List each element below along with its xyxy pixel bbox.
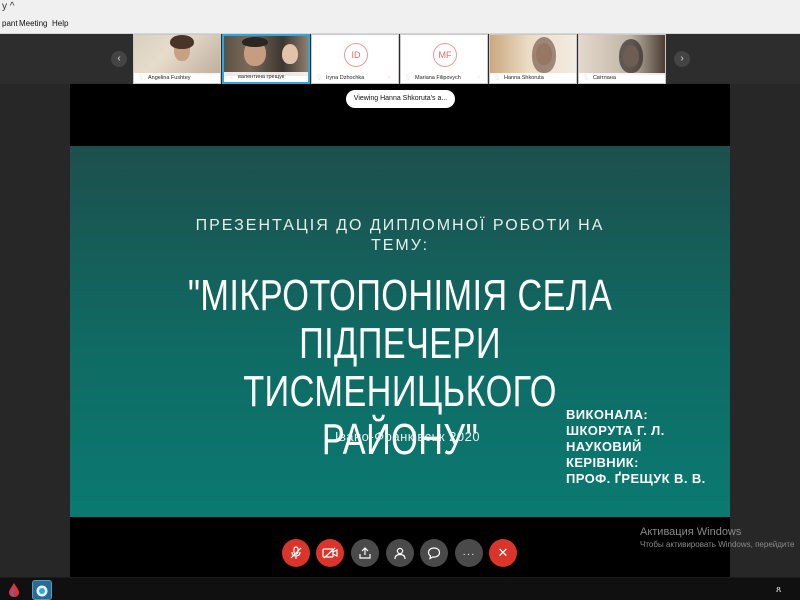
menu-meeting[interactable]: Meeting	[19, 14, 47, 34]
video-off-icon	[322, 547, 338, 559]
meeting-app-icon	[36, 585, 48, 597]
author-line: ПРОФ. ҐРЕЩУК В. В.	[566, 471, 706, 486]
strip-next-button[interactable]: ›	[674, 51, 690, 67]
title-row: y ^	[0, 0, 800, 14]
chat-bubble-icon	[427, 547, 441, 560]
chevron-left-icon: ‹	[117, 53, 121, 64]
participant-video	[490, 35, 576, 75]
chat-button[interactable]	[420, 539, 448, 567]
share-button[interactable]	[351, 539, 379, 567]
participant-name: Hanna Shkoruta	[490, 73, 576, 83]
participant-name: Mariana Filipovych	[401, 73, 487, 83]
participant-hair	[170, 35, 194, 49]
meeting-window: y ^ pant Meeting Help ‹ 🎙 Angelina Fusht…	[0, 0, 800, 600]
more-dots-icon: ···	[462, 549, 476, 560]
slide-city-year: Івано-Франківськ 2020	[334, 429, 481, 444]
collapse-caret[interactable]: y ^	[2, 0, 14, 14]
author-line: ВИКОНАЛА:	[566, 407, 649, 422]
participant-tile-2[interactable]: 🎙 валентина грещук	[222, 34, 310, 84]
droplet-app-icon	[9, 583, 19, 597]
windows-taskbar: ጸ	[0, 577, 800, 600]
person-icon	[394, 547, 406, 560]
menu-participant[interactable]: pant	[2, 14, 18, 34]
participant-tile-4[interactable]: MF 🎙 ✕ Mariana Filipovych	[400, 34, 488, 84]
taskbar-app-2[interactable]	[32, 580, 52, 600]
more-options-button[interactable]: ···	[455, 539, 483, 567]
participant-face	[282, 44, 298, 64]
mic-off-icon	[290, 546, 302, 559]
windows-activation-title: Активация Windows	[640, 526, 742, 538]
participant-video	[579, 35, 665, 75]
menu-help[interactable]: Help	[52, 14, 68, 34]
language-indicator[interactable]: ጸ	[776, 582, 781, 596]
participant-name: Angelina Fushtey	[134, 73, 220, 83]
slide-author-block: ВИКОНАЛА: ШКОРУТА Г. Л. НАУКОВИЙ КЕРІВНИ…	[566, 407, 726, 487]
close-icon: ✕	[497, 545, 509, 560]
chevron-right-icon: ›	[680, 53, 684, 64]
participant-initials: ID	[344, 43, 368, 67]
mute-mic-button[interactable]	[282, 539, 310, 567]
strip-prev-button[interactable]: ‹	[111, 51, 127, 67]
participant-tile-3[interactable]: ID 🎙 ✕ Iryna Dzhochka	[311, 34, 399, 84]
participant-tile-5[interactable]: 🎙 Hanna Shkoruta	[489, 34, 577, 84]
participant-video	[134, 35, 220, 75]
slide-subtitle: ПРЕЗЕНТАЦІЯ ДО ДИПЛОМНОЇ РОБОТИ НА ТЕМУ:	[195, 217, 605, 254]
author-line: КЕРІВНИК:	[566, 455, 639, 470]
participant-tile-6[interactable]: 🎙 Світлана	[578, 34, 666, 84]
author-line: НАУКОВИЙ	[566, 439, 642, 454]
participant-strip: ‹ 🎙 Angelina Fushtey 🎙 валентина грещук …	[0, 34, 800, 84]
participant-hair	[619, 39, 643, 73]
participant-hair	[242, 37, 268, 47]
leave-meeting-button[interactable]: ✕	[489, 539, 517, 567]
share-icon	[359, 547, 371, 559]
participant-hair	[532, 37, 556, 73]
participant-name: Iryna Dzhochka	[312, 73, 398, 83]
stop-video-button[interactable]	[316, 539, 344, 567]
participants-button[interactable]	[386, 539, 414, 567]
participant-video	[224, 36, 308, 76]
presentation-slide: ПРЕЗЕНТАЦІЯ ДО ДИПЛОМНОЇ РОБОТИ НА ТЕМУ:…	[70, 146, 730, 517]
participant-name: валентина грещук	[224, 72, 308, 82]
participant-name: Світлана	[579, 73, 665, 83]
author-line: ШКОРУТА Г. Л.	[566, 423, 665, 438]
taskbar-app-1[interactable]	[4, 580, 24, 600]
participant-tile-1[interactable]: 🎙 Angelina Fushtey	[133, 34, 221, 84]
menu-bar: pant Meeting Help	[0, 14, 800, 34]
windows-activation-hint: Чтобы активировать Windows, перейдите	[640, 540, 795, 549]
viewing-pill[interactable]: Viewing Hanna Shkoruta's a...	[346, 90, 455, 108]
participant-initials: MF	[433, 43, 457, 67]
